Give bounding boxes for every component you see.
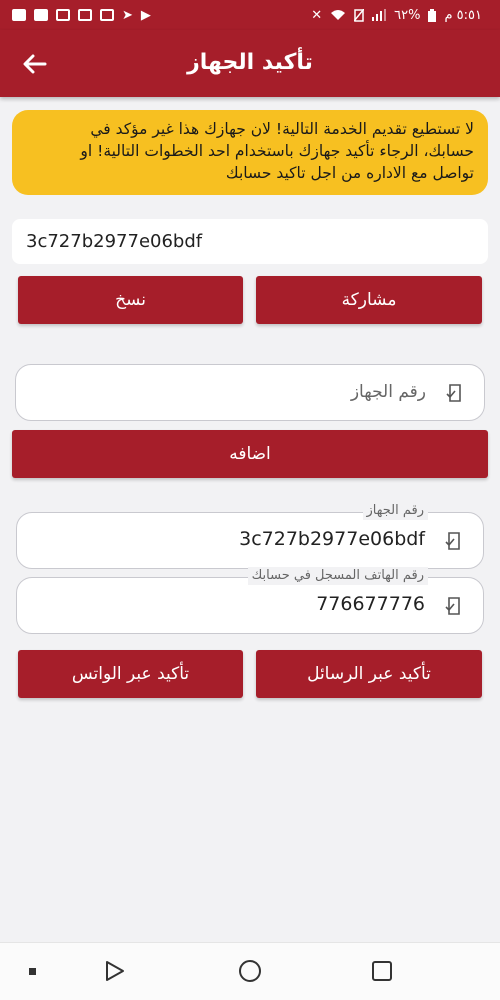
clock: ٥:٥١ م bbox=[444, 7, 482, 23]
device-check-icon bbox=[445, 532, 460, 550]
notification-icons: ➤ ▶ bbox=[12, 9, 151, 22]
system-nav-bar bbox=[0, 942, 500, 1000]
device-number-field[interactable]: رقم الجهاز 3c727b2977e06bdf bbox=[16, 502, 484, 569]
status-bar: ➤ ▶ ✕ ٦٢% ٥:٥١ م bbox=[0, 0, 500, 30]
no-sim-icon bbox=[354, 8, 365, 22]
device-check-icon bbox=[445, 597, 460, 615]
battery-icon bbox=[428, 8, 437, 22]
device-number-input[interactable]: رقم الجهاز bbox=[15, 364, 485, 421]
battery-percent: ٦٢% bbox=[394, 7, 421, 23]
warning-text-line: تواصل مع الاداره من اجل تاكيد حسابك bbox=[225, 164, 474, 182]
nav-home-icon[interactable] bbox=[239, 960, 261, 982]
nav-recents-icon[interactable] bbox=[372, 961, 392, 981]
system-icons: ✕ ٦٢% ٥:٥١ م bbox=[311, 8, 482, 23]
warning-text-line: لا تستطيع تقديم الخدمة التالية! لان جهاز… bbox=[90, 120, 474, 138]
confirm-whatsapp-button[interactable]: تأكيد عبر الواتس bbox=[18, 650, 243, 698]
app-bar: تأكيد الجهاز bbox=[0, 30, 500, 97]
play-store-icon: ▶ bbox=[140, 7, 151, 23]
phone-number-field[interactable]: رقم الهاتف المسجل في حسابك 776677776 bbox=[16, 567, 484, 634]
telegram-icon: ➤ bbox=[122, 7, 133, 23]
wifi-icon bbox=[331, 10, 346, 20]
device-number-label: رقم الجهاز bbox=[362, 502, 428, 520]
voicemail-icon bbox=[78, 9, 92, 21]
copy-button[interactable]: نسخ bbox=[18, 276, 243, 324]
notification-icon bbox=[12, 9, 26, 21]
menu-dot-icon[interactable] bbox=[29, 968, 36, 975]
notification-icon bbox=[34, 9, 48, 21]
phone-number-value: 776677776 bbox=[316, 593, 425, 615]
warning-text-line: حسابك، الرجاء تأكيد جهازك باستخدام احد ا… bbox=[80, 142, 474, 160]
device-number-value: 3c727b2977e06bdf bbox=[239, 528, 425, 550]
device-number-placeholder: رقم الجهاز bbox=[350, 382, 426, 402]
share-button[interactable]: مشاركة bbox=[256, 276, 482, 324]
add-button[interactable]: اضافه bbox=[12, 430, 488, 478]
laptop-icon bbox=[100, 9, 114, 21]
nav-back-icon[interactable] bbox=[104, 960, 126, 982]
device-check-icon bbox=[446, 384, 461, 402]
page-title: تأكيد الجهاز bbox=[187, 50, 313, 75]
signal-icon bbox=[372, 9, 387, 21]
confirm-sms-button[interactable]: تأكيد عبر الرسائل bbox=[256, 650, 482, 698]
device-code-display: 3c727b2977e06bdf bbox=[12, 219, 488, 264]
image-icon bbox=[56, 9, 70, 21]
mute-icon: ✕ bbox=[311, 7, 323, 23]
phone-number-label: رقم الهاتف المسجل في حسابك bbox=[247, 567, 428, 585]
warning-banner: لا تستطيع تقديم الخدمة التالية! لان جهاز… bbox=[12, 110, 488, 195]
